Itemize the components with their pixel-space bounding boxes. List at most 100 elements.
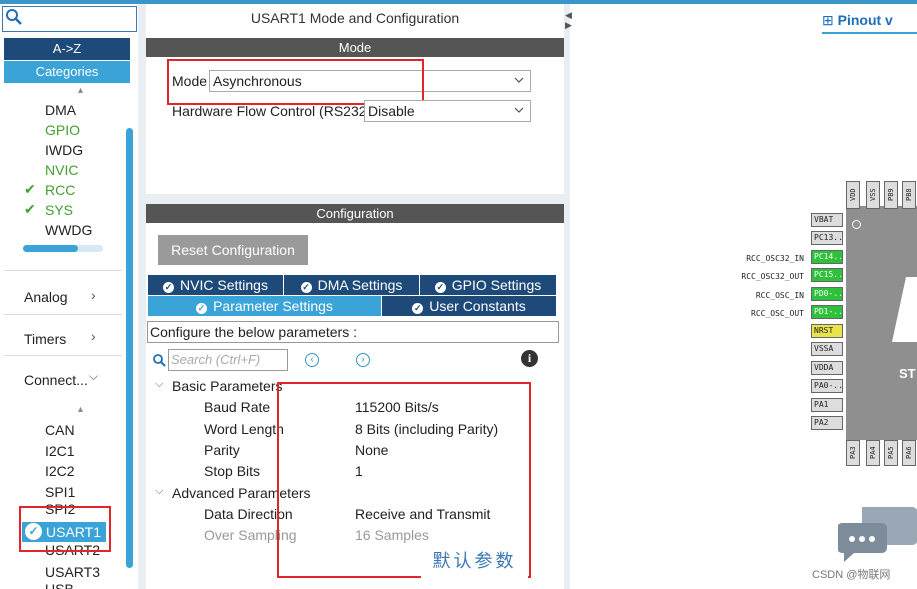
chevron-right-icon[interactable]: › bbox=[91, 287, 96, 303]
param-name: Stop Bits bbox=[204, 463, 261, 479]
sidebar-item-wwdg[interactable]: WWDG bbox=[45, 220, 92, 240]
chip-icon: ⊞ bbox=[822, 12, 834, 28]
check-circle-icon: ✓ bbox=[163, 282, 175, 293]
chevron-down-icon[interactable]: ⌵ bbox=[155, 485, 163, 498]
divider bbox=[4, 355, 122, 356]
pin-vdd[interactable]: VDD bbox=[846, 181, 860, 209]
horizontal-scrollbar[interactable] bbox=[23, 245, 78, 252]
reset-configuration-button[interactable]: Reset Configuration bbox=[158, 235, 308, 265]
hwflow-select[interactable]: Disable bbox=[364, 100, 531, 122]
panel-title: USART1 Mode and Configuration bbox=[250, 10, 460, 26]
categories-button[interactable]: Categories bbox=[4, 61, 130, 83]
tab-label: NVIC Settings bbox=[180, 277, 268, 293]
signal-label: RCC_OSC_OUT bbox=[751, 309, 804, 318]
basic-parameters-group[interactable]: Basic Parameters bbox=[172, 378, 282, 394]
pin-pa4[interactable]: PA4 bbox=[866, 440, 880, 466]
pin-pc14[interactable]: PC14.. bbox=[811, 250, 843, 264]
section-analog[interactable]: Analog bbox=[24, 289, 68, 305]
highlight-box bbox=[19, 506, 111, 552]
configure-text: Configure the below parameters : bbox=[147, 321, 559, 343]
sidebar-item-usart3[interactable]: USART3 bbox=[45, 562, 100, 582]
param-name: Word Length bbox=[204, 421, 284, 437]
tab-label: User Constants bbox=[429, 298, 526, 314]
vertical-scrollbar[interactable] bbox=[126, 128, 133, 568]
sidebar-item-gpio[interactable]: GPIO bbox=[45, 120, 80, 140]
pin-pc13[interactable]: PC13.. bbox=[811, 231, 843, 245]
pin-vbat[interactable]: VBAT bbox=[811, 213, 843, 227]
annotation-label: 默认参数 bbox=[421, 545, 528, 578]
signal-label: RCC_OSC32_IN bbox=[746, 254, 804, 263]
chevron-down-icon bbox=[514, 77, 524, 83]
pin-pa6[interactable]: PA6 bbox=[902, 440, 916, 466]
tab-label: Pinout v bbox=[837, 12, 893, 28]
check-icon: ✔ bbox=[24, 201, 36, 217]
pin-pd0[interactable]: PD0-.. bbox=[811, 287, 843, 301]
sidebar-item-nvic[interactable]: NVIC bbox=[45, 160, 78, 180]
pin-pb8[interactable]: PB8 bbox=[902, 181, 916, 209]
pin-pa3[interactable]: PA3 bbox=[846, 440, 860, 466]
sidebar-item-spi1[interactable]: SPI1 bbox=[45, 482, 75, 502]
highlight-box bbox=[167, 59, 424, 105]
tab-parameter-settings[interactable]: ✓ Parameter Settings bbox=[148, 296, 382, 316]
check-circle-icon: ✓ bbox=[434, 282, 446, 293]
collapse-arrows-icon[interactable]: ◀ ▶ bbox=[565, 10, 572, 30]
next-result-icon[interactable]: › bbox=[356, 353, 370, 367]
chat-bubble-icon[interactable] bbox=[838, 505, 917, 565]
sidebar-item-sys[interactable]: SYS bbox=[45, 200, 73, 220]
tab-dma-settings[interactable]: ✓ DMA Settings bbox=[284, 275, 420, 295]
signal-label: RCC_OSC32_OUT bbox=[741, 272, 804, 281]
sidebar-item-can[interactable]: CAN bbox=[45, 420, 75, 440]
st-logo-icon bbox=[892, 277, 917, 342]
tab-label: DMA Settings bbox=[317, 277, 403, 293]
scroll-up-icon[interactable]: ▴ bbox=[78, 404, 83, 415]
pin-vss[interactable]: VSS bbox=[866, 181, 880, 209]
scroll-up-icon[interactable]: ▴ bbox=[78, 85, 83, 96]
signal-label: RCC_OSC_IN bbox=[755, 291, 804, 300]
tab-nvic-settings[interactable]: ✓ NVIC Settings bbox=[148, 275, 284, 295]
watermark: CSDN @物联网 bbox=[812, 569, 891, 581]
previous-result-icon[interactable]: ‹ bbox=[305, 353, 319, 367]
pin-pa1[interactable]: PA1 bbox=[811, 398, 843, 412]
pin-pa5[interactable]: PA5 bbox=[884, 440, 898, 466]
mode-header: Mode bbox=[146, 38, 564, 57]
divider bbox=[4, 314, 122, 315]
sidebar-item-i2c2[interactable]: I2C2 bbox=[45, 461, 75, 481]
sidebar-item-iwdg[interactable]: IWDG bbox=[45, 140, 83, 160]
check-circle-icon: ✓ bbox=[300, 282, 312, 293]
tab-label: GPIO Settings bbox=[451, 277, 542, 293]
configuration-header: Configuration bbox=[146, 204, 564, 223]
pin-pc15[interactable]: PC15.. bbox=[811, 268, 843, 282]
tab-gpio-settings[interactable]: ✓ GPIO Settings bbox=[420, 275, 556, 295]
chip-label: ST bbox=[899, 366, 916, 381]
tab-user-constants[interactable]: ✓ User Constants bbox=[382, 296, 556, 316]
pin1-marker bbox=[852, 220, 861, 229]
chevron-down-icon bbox=[514, 107, 524, 113]
section-connectivity[interactable]: Connect... bbox=[24, 372, 88, 388]
info-icon[interactable]: i bbox=[521, 350, 538, 367]
pin-nrst[interactable]: NRST bbox=[811, 324, 843, 338]
tab-pinout-view[interactable]: ⊞ Pinout v bbox=[822, 12, 917, 34]
sidebar-item-usb[interactable]: USB bbox=[45, 582, 74, 589]
pin-pa0[interactable]: PA0-.. bbox=[811, 379, 843, 393]
search-icon[interactable] bbox=[4, 7, 24, 27]
chevron-right-icon[interactable]: › bbox=[91, 328, 96, 344]
panel-splitter[interactable] bbox=[138, 4, 146, 589]
section-timers[interactable]: Timers bbox=[24, 331, 66, 347]
pin-pa2[interactable]: PA2 bbox=[811, 416, 843, 430]
sidebar-item-dma[interactable]: DMA bbox=[45, 100, 76, 120]
sidebar-item-i2c1[interactable]: I2C1 bbox=[45, 441, 75, 461]
parameter-search-input[interactable]: Search (Ctrl+F) bbox=[168, 349, 288, 371]
pin-vssa[interactable]: VSSA bbox=[811, 342, 843, 356]
panel-splitter[interactable] bbox=[564, 4, 570, 589]
chevron-down-icon[interactable]: ⌵ bbox=[89, 369, 98, 384]
section-gap bbox=[146, 194, 564, 204]
pin-pb9[interactable]: PB9 bbox=[884, 181, 898, 209]
pin-pd1[interactable]: PD1-.. bbox=[811, 305, 843, 319]
chevron-down-icon[interactable]: ⌵ bbox=[155, 378, 163, 391]
sidebar-item-rcc[interactable]: RCC bbox=[45, 180, 75, 200]
hwflow-label: Hardware Flow Control (RS232) bbox=[172, 103, 372, 119]
hwflow-value: Disable bbox=[368, 103, 415, 119]
sort-az-button[interactable]: A->Z bbox=[4, 38, 130, 60]
check-circle-icon: ✓ bbox=[196, 303, 208, 314]
pin-vdda[interactable]: VDDA bbox=[811, 361, 843, 375]
